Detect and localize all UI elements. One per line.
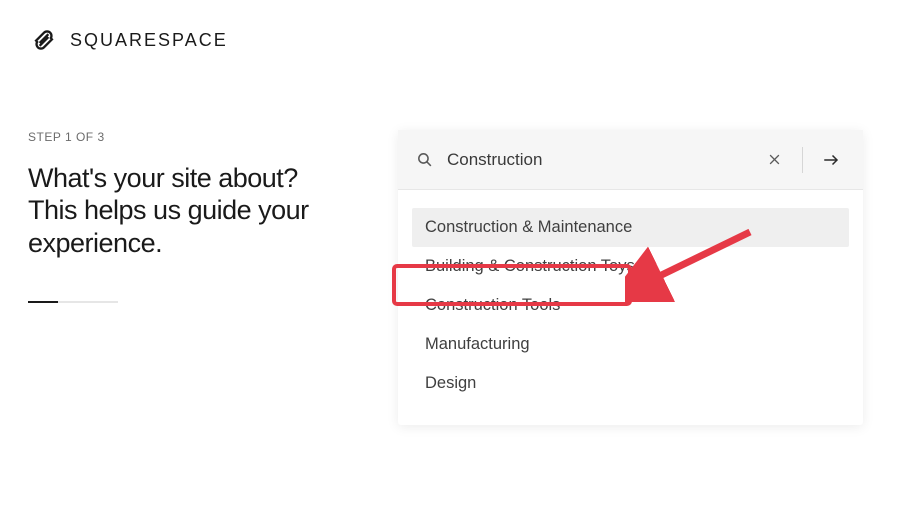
step-indicator: STEP 1 OF 3 <box>28 130 328 144</box>
clear-button[interactable] <box>760 146 788 174</box>
suggestion-item[interactable]: Construction & Maintenance <box>412 208 849 247</box>
next-button[interactable] <box>817 146 845 174</box>
suggestions-dropdown: Construction & MaintenanceBuilding & Con… <box>398 190 863 425</box>
suggestion-item[interactable]: Construction Tools <box>412 286 849 325</box>
search-column: Construction & MaintenanceBuilding & Con… <box>398 130 863 425</box>
header: SQUARESPACE <box>0 0 901 80</box>
suggestion-item[interactable]: Design <box>412 364 849 403</box>
squarespace-logo-icon <box>28 24 60 56</box>
main-content: STEP 1 OF 3 What's your site about? This… <box>0 80 901 425</box>
intro-column: STEP 1 OF 3 What's your site about? This… <box>28 130 328 425</box>
suggestion-item[interactable]: Building & Construction Toys <box>412 247 849 286</box>
search-icon <box>416 151 433 168</box>
progress-bar <box>28 301 118 303</box>
progress-fill <box>28 301 58 303</box>
suggestion-item[interactable]: Manufacturing <box>412 325 849 364</box>
search-panel: Construction & MaintenanceBuilding & Con… <box>398 130 863 425</box>
brand-name: SQUARESPACE <box>70 30 228 51</box>
brand-logo[interactable]: SQUARESPACE <box>28 24 228 56</box>
search-bar <box>398 130 863 190</box>
search-input[interactable] <box>447 150 760 170</box>
page-headline: What's your site about? This helps us gu… <box>28 162 328 259</box>
divider <box>802 147 803 173</box>
